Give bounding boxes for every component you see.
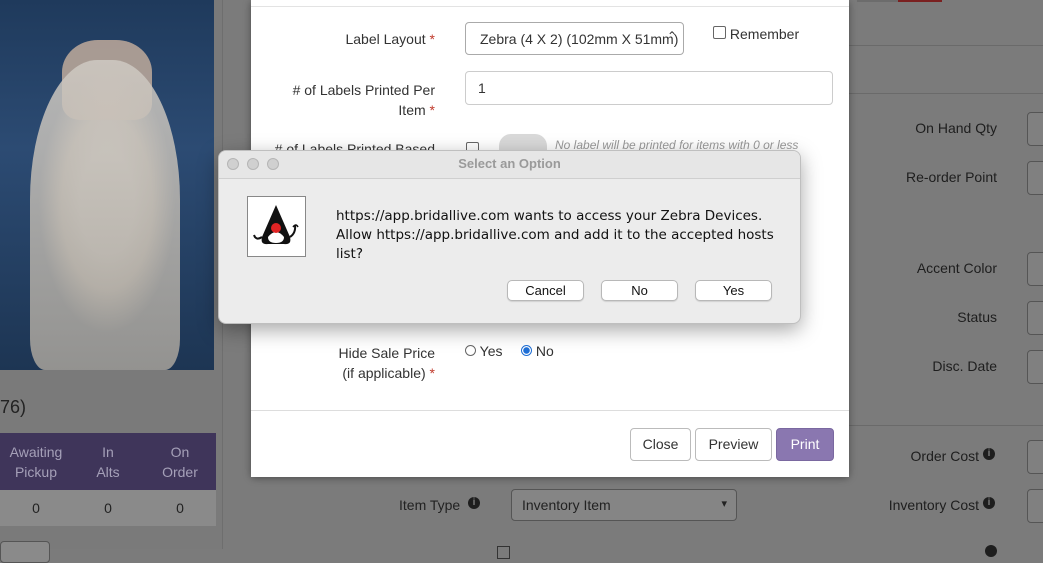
hide-sale-price-no-option[interactable]: No — [521, 343, 554, 359]
hide-sale-price-yes-radio[interactable] — [465, 345, 476, 356]
hide-sale-price-yes-option[interactable]: Yes — [465, 343, 502, 359]
stat-value-on-order: 0 — [176, 500, 184, 516]
hide-sale-price-no-radio[interactable] — [521, 345, 532, 356]
label-layout-select[interactable]: Zebra (4 X 2) (102mm X 51mm) ⌃ — [465, 22, 684, 55]
select-option-dialog: Select an Option https://app.bridallive.… — [218, 150, 801, 324]
print-button[interactable]: Print — [776, 428, 834, 461]
bg-checkbox[interactable] — [497, 546, 510, 559]
info-icon[interactable]: i — [983, 497, 995, 509]
bg-separator — [849, 93, 1043, 94]
item-type-select[interactable]: Inventory Item ▾ — [511, 489, 737, 521]
dialog-message-line2: Allow https://app.bridallive.com and add… — [336, 227, 774, 262]
stat-header-on-order: On Order — [162, 443, 198, 480]
preview-button[interactable]: Preview — [695, 428, 772, 461]
stat-header-awaiting-pickup: Awaiting Pickup — [9, 443, 63, 480]
dialog-message: https://app.bridallive.com wants to acce… — [336, 207, 800, 264]
hide-sale-price-label: Hide Sale Price (if applicable) * — [338, 345, 436, 381]
remember-label: Remember — [729, 26, 800, 42]
info-icon[interactable]: i — [983, 448, 995, 460]
inventory-cost-label: Inventory Cost — [888, 497, 979, 513]
dialog-message-line1: https://app.bridallive.com wants to acce… — [336, 208, 763, 224]
dialog-cancel-button[interactable]: Cancel — [507, 280, 584, 301]
stats-values: 0 0 0 — [0, 490, 216, 526]
on-hand-qty-input[interactable] — [1027, 112, 1043, 146]
reorder-point-input[interactable] — [1027, 161, 1043, 195]
chevron-down-icon: ⌃ — [666, 29, 677, 43]
close-button[interactable]: Close — [630, 428, 691, 461]
labels-based-toggle[interactable] — [499, 134, 547, 150]
info-icon[interactable]: i — [468, 497, 480, 509]
stat-value-awaiting-pickup: 0 — [32, 500, 40, 516]
product-count-text: 76) — [0, 397, 27, 417]
dialog-yes-button[interactable]: Yes — [695, 280, 772, 301]
stats-header: Awaiting Pickup In Alts On Order — [0, 433, 216, 490]
remember-checkbox[interactable] — [713, 26, 726, 39]
remember-option[interactable]: Remember — [713, 26, 799, 42]
modal-header-edge — [251, 0, 849, 7]
inventory-cost-input[interactable] — [1027, 489, 1043, 523]
bg-separator — [849, 45, 1043, 46]
labels-per-item-input[interactable]: 1 — [465, 71, 833, 105]
photo-figure-dress — [30, 60, 180, 370]
disc-date-input[interactable] — [1027, 350, 1043, 384]
labels-per-item-value: 1 — [478, 80, 486, 96]
labels-per-item-label: # of Labels Printed Per Item * — [292, 82, 435, 118]
stat-value-in-alts: 0 — [104, 500, 112, 516]
label-layout-value: Zebra (4 X 2) (102mm X 51mm) — [480, 31, 679, 47]
java-duke-icon — [247, 196, 306, 257]
bg-top-red-strip — [898, 0, 942, 2]
dialog-title: Select an Option — [458, 156, 561, 171]
chevron-down-icon: ▾ — [721, 498, 727, 510]
yes-radio-label: Yes — [479, 343, 503, 359]
bg-separator — [849, 425, 1043, 426]
product-photo — [0, 0, 214, 370]
item-type-label: Item Type — [399, 497, 461, 513]
order-cost-input[interactable] — [1027, 440, 1043, 474]
status-select[interactable] — [1027, 301, 1043, 335]
accent-color-select[interactable] — [1027, 252, 1043, 286]
dialog-titlebar: Select an Option — [219, 151, 800, 179]
left-panel-button[interactable] — [0, 541, 50, 563]
no-radio-label: No — [535, 343, 554, 359]
dialog-no-button[interactable]: No — [601, 280, 678, 301]
label-layout-label: Label Layout * — [345, 31, 435, 47]
item-type-value: Inventory Item — [522, 497, 611, 513]
modal-footer: Close Preview Print — [251, 410, 849, 477]
info-icon[interactable] — [985, 545, 997, 557]
stat-header-in-alts: In Alts — [96, 443, 120, 480]
